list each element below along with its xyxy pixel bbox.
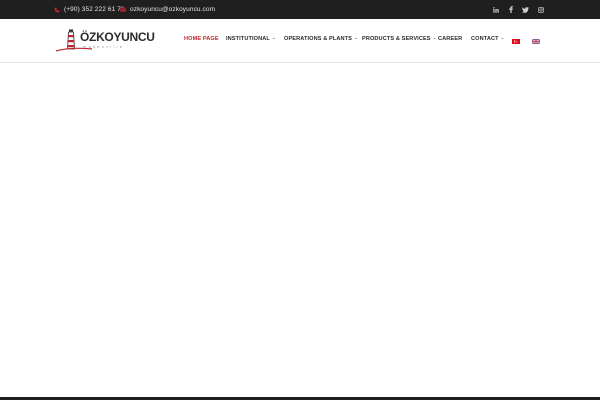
chevron-down-icon: ⌄ <box>432 36 437 41</box>
phone-icon <box>54 7 60 13</box>
chevron-down-icon: ⌄ <box>271 36 276 41</box>
twitter-icon[interactable] <box>518 0 533 19</box>
envelope-icon <box>120 7 126 12</box>
email-contact[interactable]: ozkoyuncu@ozkoyuncu.com <box>120 0 215 19</box>
nav-institutional[interactable]: INSTITUTIONAL ⌄ <box>226 36 276 42</box>
nav-label: CAREER <box>438 36 463 42</box>
nav-label: OPERATIONS & PLANTS <box>284 36 352 42</box>
chevron-down-icon: ⌄ <box>500 36 505 41</box>
phone-number: (+90) 352 222 61 71 <box>64 6 125 13</box>
main-header: ÖZKOYUNCU madencilik HOME PAGE INSTITUTI… <box>0 19 600 63</box>
nav-home-page[interactable]: HOME PAGE <box>184 36 219 42</box>
logo-brand-text: ÖZKOYUNCU <box>80 30 155 44</box>
nav-operations-plants[interactable]: OPERATIONS & PLANTS ⌄ <box>284 36 358 42</box>
social-links <box>488 0 548 19</box>
company-logo[interactable]: ÖZKOYUNCU madencilik <box>56 29 156 53</box>
nav-label: CONTACT <box>471 36 499 42</box>
nav-contact[interactable]: CONTACT ⌄ <box>471 36 505 42</box>
nav-career[interactable]: CAREER <box>438 36 462 42</box>
instagram-icon[interactable] <box>533 0 548 19</box>
chevron-down-icon: ⌄ <box>354 36 358 41</box>
phone-contact[interactable]: (+90) 352 222 61 71 <box>54 0 125 19</box>
top-bar: (+90) 352 222 61 71 ozkoyuncu@ozkoyuncu.… <box>0 0 600 19</box>
tr-flag-icon[interactable] <box>512 39 520 44</box>
en-flag-icon[interactable] <box>532 39 540 44</box>
email-address: ozkoyuncu@ozkoyuncu.com <box>130 6 216 13</box>
nav-products-services[interactable]: PRODUCTS & SERVICES ⌄ <box>362 36 437 42</box>
facebook-icon[interactable] <box>503 0 518 19</box>
linkedin-icon[interactable] <box>488 0 503 19</box>
logo-sub-text: madencilik <box>83 44 124 49</box>
nav-label: HOME PAGE <box>184 36 219 42</box>
nav-label: PRODUCTS & SERVICES <box>362 36 431 42</box>
nav-label: INSTITUTIONAL <box>226 36 270 42</box>
